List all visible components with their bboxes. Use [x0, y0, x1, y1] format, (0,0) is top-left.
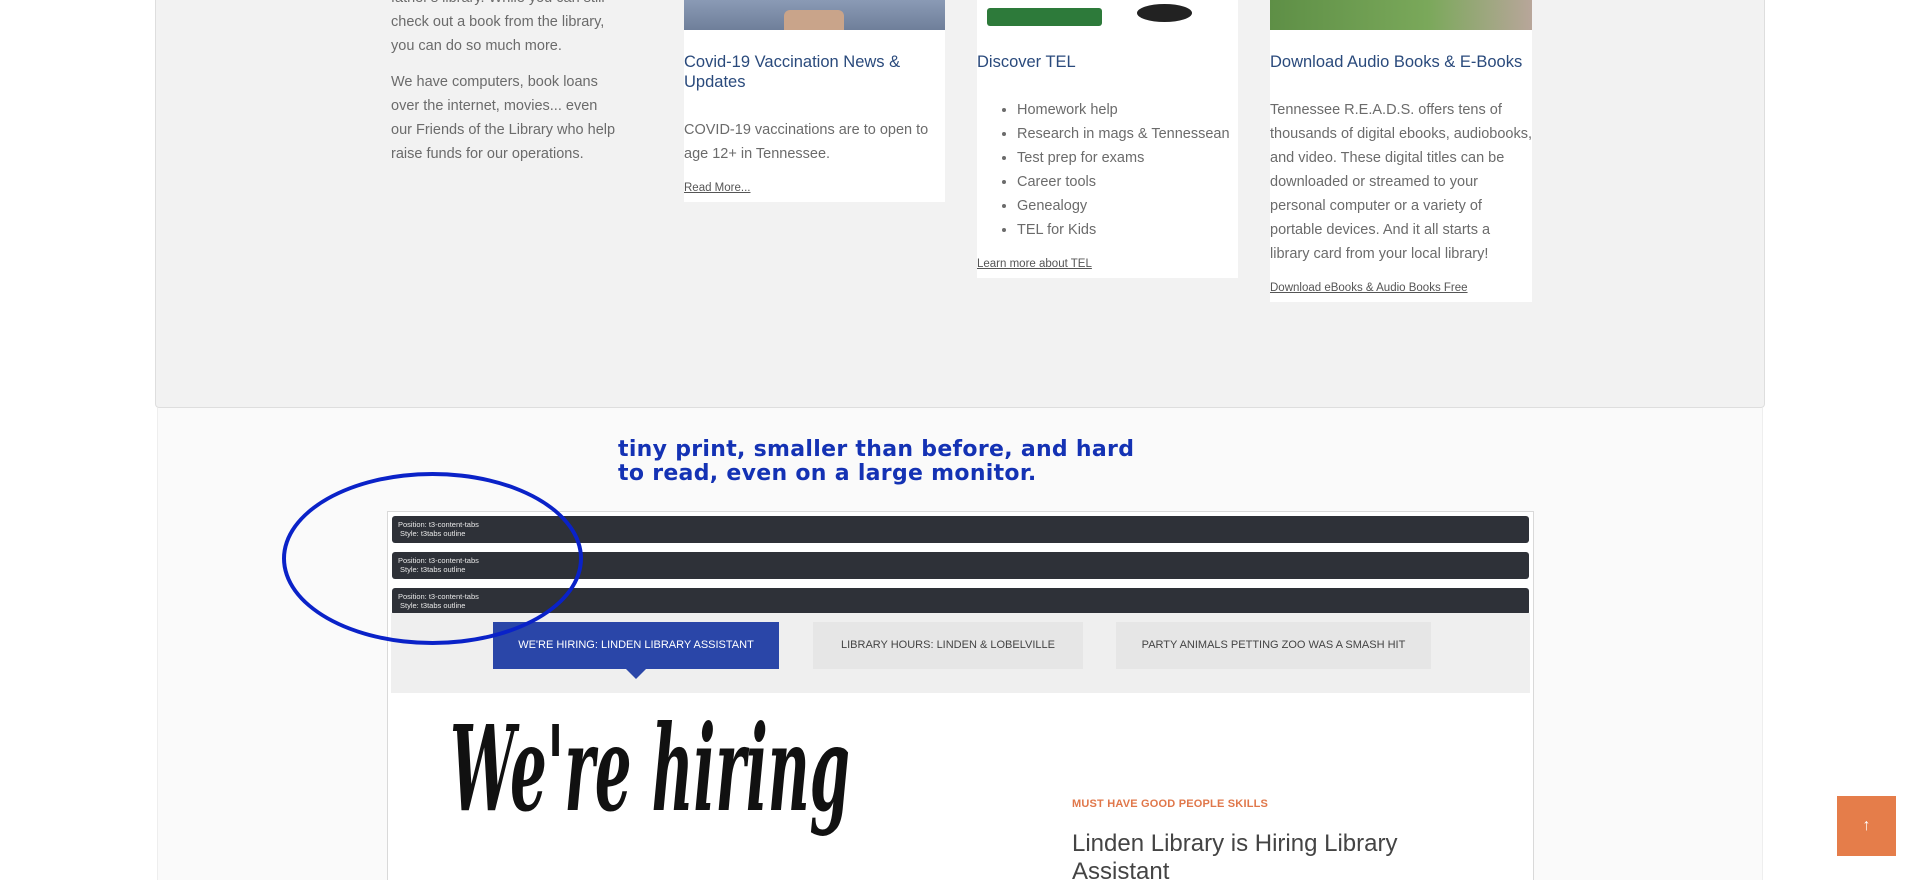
intro-paragraph-1: father's library. While you can still ch… — [391, 0, 605, 54]
card-ebooks: Download Audio Books & E-Books Tennessee… — [1270, 0, 1532, 302]
arrow-up-icon: ↑ — [1862, 817, 1871, 834]
tel-feature-list: Homework help Research in mags & Tenness… — [1017, 98, 1230, 242]
list-item: Career tools — [1017, 170, 1230, 194]
intro-paragraph-2: We have computers, book loans over the i… — [391, 74, 616, 162]
back-to-top-button[interactable]: ↑ — [1837, 796, 1896, 856]
card-body: Tennessee R.E.A.D.S. offers tens of thou… — [1270, 102, 1532, 262]
list-item: TEL for Kids — [1017, 218, 1230, 242]
card-body: COVID-19 vaccinations are to open to age… — [684, 122, 929, 162]
list-item: Test prep for exams — [1017, 146, 1230, 170]
annotation-text: tiny print, smaller than before, and har… — [618, 437, 1135, 486]
card-tel: Discover TEL Homework help Research in m… — [977, 0, 1238, 278]
annotation-circle — [282, 472, 583, 645]
feature-kicker: MUST HAVE GOOD PEOPLE SKILLS — [1072, 798, 1269, 810]
card-covid: Covid-19 Vaccination News & Updates COVI… — [684, 0, 945, 202]
list-item: Genealogy — [1017, 194, 1230, 218]
card-image — [684, 0, 945, 30]
tab-hiring[interactable]: We're Hiring: Linden Library Assistant — [493, 622, 779, 679]
tab-petting-zoo[interactable]: Party Animals Petting Zoo was a Smash Hi… — [1116, 622, 1431, 669]
hiring-image-text: We're hiring — [450, 699, 850, 838]
card-title[interactable]: Download Audio Books & E-Books — [1270, 52, 1532, 72]
read-more-link[interactable]: Read More... — [684, 182, 750, 194]
list-item: Homework help — [1017, 98, 1230, 122]
card-title[interactable]: Covid-19 Vaccination News & Updates — [684, 52, 914, 92]
were-hiring-image: We're hiring — [450, 699, 850, 838]
card-image — [1270, 0, 1532, 30]
download-link[interactable]: Download eBooks & Audio Books Free — [1270, 282, 1468, 294]
tab-library-hours[interactable]: Library Hours: Linden & Lobelville — [813, 622, 1083, 669]
feature-title[interactable]: Linden Library is Hiring Library Assista… — [1072, 830, 1472, 880]
tab-bar: We're Hiring: Linden Library Assistant L… — [391, 613, 1530, 693]
list-item: Research in mags & Tennessean — [1017, 122, 1230, 146]
card-image — [977, 0, 1238, 30]
learn-more-link[interactable]: Learn more about TEL — [977, 258, 1092, 270]
card-title[interactable]: Discover TEL — [977, 52, 1076, 72]
